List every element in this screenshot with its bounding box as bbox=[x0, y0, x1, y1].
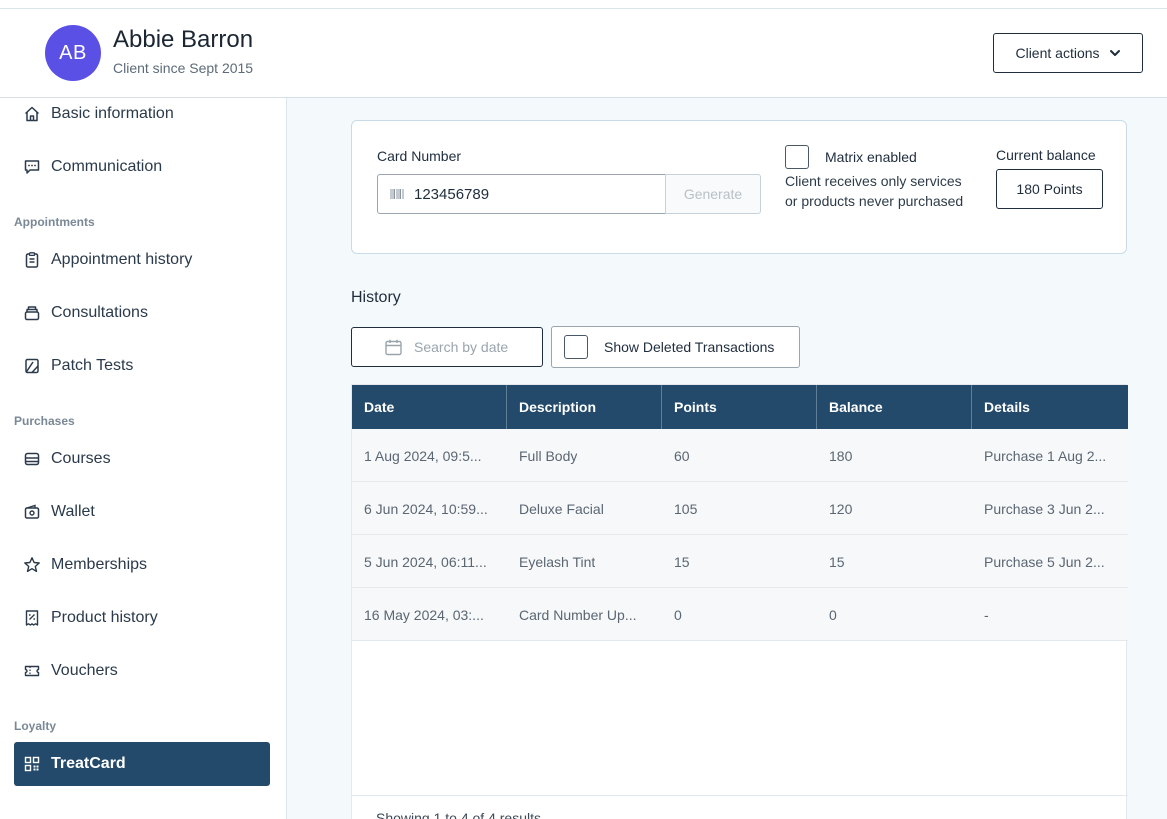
current-balance-value: 180 Points bbox=[996, 169, 1103, 209]
cell-points: 105 bbox=[674, 500, 698, 517]
history-table: Date Description Points Balance Details … bbox=[351, 384, 1128, 819]
cell-date: 16 May 2024, 03:... bbox=[364, 606, 484, 623]
qr-icon bbox=[24, 756, 40, 772]
table-row[interactable]: 1 Aug 2024, 09:5... Full Body 60 180 Pur… bbox=[352, 429, 1128, 482]
pagination-summary: Showing 1 to 4 of 4 results bbox=[352, 795, 1128, 819]
cell-balance: 0 bbox=[829, 606, 837, 623]
current-balance-label: Current balance bbox=[996, 147, 1096, 163]
cell-details: Purchase 1 Aug 2... bbox=[984, 447, 1107, 464]
sidebar-item-label: Consultations bbox=[51, 304, 148, 321]
matrix-enabled-label: Matrix enabled bbox=[825, 149, 917, 165]
section-label-appointments: Appointments bbox=[14, 215, 95, 229]
sidebar-item-label: Vouchers bbox=[51, 662, 118, 679]
sidebar-item-label: TreatCard bbox=[51, 755, 126, 772]
column-header-points[interactable]: Points bbox=[662, 385, 817, 429]
calendar-icon bbox=[385, 339, 402, 355]
stack-icon bbox=[24, 306, 40, 321]
chevron-down-icon bbox=[1109, 50, 1120, 56]
ticket-icon bbox=[24, 665, 40, 677]
cell-balance: 120 bbox=[829, 500, 853, 517]
receipt-icon bbox=[25, 610, 39, 626]
sidebar-item-communication[interactable]: Communication bbox=[14, 145, 270, 189]
sidebar-item-treatcard[interactable]: TreatCard bbox=[14, 742, 270, 786]
card-number-value: 123456789 bbox=[414, 185, 490, 203]
show-deleted-label: Show Deleted Transactions bbox=[604, 339, 775, 355]
sidebar-item-memberships[interactable]: Memberships bbox=[14, 543, 270, 587]
column-header-balance[interactable]: Balance bbox=[817, 385, 972, 429]
table-row[interactable]: 5 Jun 2024, 06:11... Eyelash Tint 15 15 … bbox=[352, 535, 1128, 588]
avatar: AB bbox=[45, 25, 101, 81]
sidebar-item-label: Communication bbox=[51, 158, 163, 175]
cell-points: 0 bbox=[674, 606, 682, 623]
cell-details: - bbox=[984, 606, 989, 623]
sidebar-item-label: Wallet bbox=[51, 503, 95, 520]
section-label-purchases: Purchases bbox=[14, 414, 75, 428]
section-label-loyalty: Loyalty bbox=[14, 719, 57, 733]
chat-icon bbox=[24, 160, 40, 174]
card-number-input[interactable]: 123456789 bbox=[377, 174, 666, 214]
sidebar: Basic information Communication Appointm… bbox=[0, 98, 287, 819]
sidebar-item-label: Courses bbox=[51, 450, 111, 467]
cell-points: 60 bbox=[674, 447, 690, 464]
cell-description: Card Number Up... bbox=[519, 606, 637, 623]
wallet-icon bbox=[24, 504, 40, 519]
sidebar-item-patch-tests[interactable]: Patch Tests bbox=[14, 344, 270, 388]
matrix-description: Client receives only services or product… bbox=[785, 173, 964, 209]
patch-icon bbox=[25, 358, 39, 374]
show-deleted-transactions-toggle[interactable]: Show Deleted Transactions bbox=[551, 326, 800, 368]
column-header-date[interactable]: Date bbox=[352, 385, 507, 429]
treatcard-panel: Card Number 123456789 Generate Matrix en… bbox=[351, 120, 1127, 254]
home-icon bbox=[24, 106, 40, 122]
sidebar-item-label: Basic information bbox=[51, 105, 174, 122]
search-by-date-input[interactable]: Search by date bbox=[351, 327, 543, 367]
cell-details: Purchase 3 Jun 2... bbox=[984, 500, 1105, 517]
sidebar-item-wallet[interactable]: Wallet bbox=[14, 490, 270, 534]
client-since: Client since Sept 2015 bbox=[113, 60, 254, 76]
client-actions-button[interactable]: Client actions bbox=[993, 33, 1143, 73]
star-icon bbox=[24, 557, 40, 573]
cell-details: Purchase 5 Jun 2... bbox=[984, 553, 1105, 570]
sidebar-item-appointment-history[interactable]: Appointment history bbox=[14, 238, 270, 282]
barcode-icon bbox=[390, 189, 404, 199]
table-row[interactable]: 6 Jun 2024, 10:59... Deluxe Facial 105 1… bbox=[352, 482, 1128, 535]
top-strip bbox=[0, 0, 1167, 9]
show-deleted-checkbox[interactable] bbox=[564, 335, 588, 359]
matrix-enabled-checkbox[interactable] bbox=[785, 145, 809, 169]
client-header: AB Abbie Barron Client since Sept 2015 C… bbox=[0, 9, 1167, 98]
cell-description: Eyelash Tint bbox=[519, 553, 596, 570]
sidebar-item-product-history[interactable]: Product history bbox=[14, 596, 270, 640]
cell-description: Deluxe Facial bbox=[519, 500, 604, 517]
clipboard-icon bbox=[25, 252, 39, 268]
generate-button[interactable]: Generate bbox=[665, 174, 761, 214]
sidebar-item-label: Product history bbox=[51, 609, 158, 626]
sidebar-item-label: Appointment history bbox=[51, 251, 193, 268]
sidebar-item-label: Memberships bbox=[51, 556, 148, 573]
cell-date: 5 Jun 2024, 06:11... bbox=[364, 553, 487, 570]
cell-balance: 180 bbox=[829, 447, 853, 464]
cell-description: Full Body bbox=[519, 447, 578, 464]
column-header-details[interactable]: Details bbox=[972, 385, 1128, 429]
sidebar-item-basic-information[interactable]: Basic information bbox=[14, 92, 270, 136]
cell-date: 1 Aug 2024, 09:5... bbox=[364, 447, 482, 464]
client-actions-label: Client actions bbox=[1015, 45, 1100, 61]
sidebar-item-consultations[interactable]: Consultations bbox=[14, 291, 270, 335]
sidebar-item-courses[interactable]: Courses bbox=[14, 437, 270, 481]
cell-points: 15 bbox=[674, 553, 690, 570]
history-title: History bbox=[351, 289, 401, 306]
cell-balance: 15 bbox=[829, 553, 845, 570]
table-row[interactable]: 16 May 2024, 03:... Card Number Up... 0 … bbox=[352, 588, 1128, 641]
sidebar-item-label: Patch Tests bbox=[51, 357, 134, 374]
sidebar-item-vouchers[interactable]: Vouchers bbox=[14, 649, 270, 693]
layers-icon bbox=[24, 452, 40, 466]
cell-date: 6 Jun 2024, 10:59... bbox=[364, 500, 488, 517]
table-header: Date Description Points Balance Details bbox=[352, 385, 1128, 429]
column-header-description[interactable]: Description bbox=[507, 385, 662, 429]
card-number-label: Card Number bbox=[377, 148, 462, 164]
client-name: Abbie Barron bbox=[113, 26, 254, 53]
search-by-date-placeholder: Search by date bbox=[414, 339, 509, 355]
